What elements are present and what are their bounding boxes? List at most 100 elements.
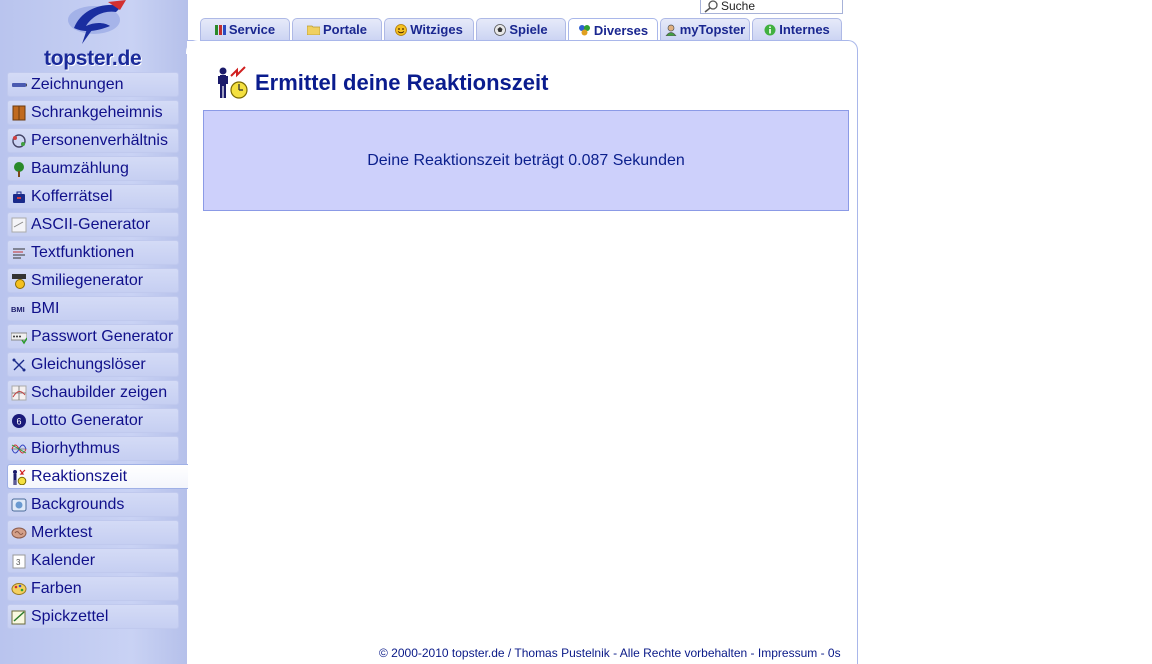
sidebar-item-smiliegenerator[interactable]: Smiliegenerator [7, 268, 179, 293]
sidebar-item-label: Merktest [31, 523, 93, 541]
logo-mark-icon [68, 0, 126, 44]
impressum-link[interactable]: Impressum [758, 646, 817, 660]
sidebar-item-label: Biorhythmus [31, 439, 120, 457]
sidebar-item-label: Gleichungslöser [31, 355, 146, 373]
info-icon [764, 24, 776, 35]
folder-icon [306, 25, 320, 35]
sidebar-item-label: ASCII-Generator [31, 215, 151, 233]
tab-label: Spiele [509, 22, 548, 37]
tab-label: Witziges [410, 22, 463, 37]
tab-witziges[interactable]: Witziges [384, 18, 474, 40]
footer: © 2000-2010 topster.de / Thomas Pustelni… [379, 646, 841, 660]
footer-rights: Alle Rechte vorbehalten [619, 646, 748, 660]
footer-time: 0s [827, 646, 841, 660]
sidebar-item-label: Passwort Generator [31, 327, 174, 345]
sidebar-item-passwort-generator[interactable]: Passwort Generator [7, 324, 179, 349]
lotto-ball-icon: 6 [12, 413, 26, 428]
password-icon [11, 332, 27, 344]
text-lines-icon [13, 248, 25, 258]
tab-label: Portale [322, 22, 368, 37]
search-box[interactable] [700, 0, 843, 14]
books-icon [214, 25, 226, 35]
shapes-icon [578, 25, 590, 36]
tab-internes[interactable]: Internes [752, 18, 842, 40]
sidebar-item-label: Spickzettel [31, 607, 109, 625]
tab-service[interactable]: Service [200, 18, 290, 40]
sidebar-item-label: Zeichnungen [31, 75, 124, 93]
bmi-icon: BMI [11, 305, 25, 314]
page-heading: Ermittel deine Reaktionszeit [215, 66, 548, 100]
tab-mytopster[interactable]: myTopster [660, 18, 750, 40]
tab-portale[interactable]: Portale [292, 18, 382, 40]
people-cycle-icon [12, 133, 26, 148]
site-logo[interactable]: topster.de [8, 0, 184, 70]
search-input[interactable] [721, 0, 839, 13]
sidebar-item-bmi[interactable]: BMI BMI [7, 296, 179, 321]
tree-icon [14, 161, 24, 177]
sidebar-item-backgrounds[interactable]: Backgrounds [7, 492, 179, 517]
sidebar-item-label: Backgrounds [31, 495, 125, 513]
sidebar-item-label: Textfunktionen [31, 243, 135, 261]
tab-label: myTopster [679, 22, 746, 37]
footer-separator: - [820, 646, 828, 660]
copyright-link[interactable]: © 2000-2010 topster.de / Thomas Pustelni… [379, 646, 610, 660]
smiley-sign-icon [12, 273, 26, 289]
sidebar-item-label: Schaubilder zeigen [31, 383, 168, 401]
sidebar-item-schaubilder-zeigen[interactable]: Schaubilder zeigen [7, 380, 179, 405]
sidebar-item-label: Baumzählung [31, 159, 129, 177]
sidebar-item-label: Personenverhältnis [31, 131, 168, 149]
cabinet-icon [12, 105, 26, 120]
tab-label: Diverses [593, 22, 649, 38]
sidebar-item-label: Schrankgeheimnis [31, 103, 163, 121]
footer-separator: - [613, 646, 620, 660]
sidebar-item-label: Kofferrätsel [31, 187, 113, 205]
sidebar-item-kalender[interactable]: 3 Kalender [7, 548, 179, 573]
text-art-icon [11, 217, 27, 232]
sidebar-item-kofferraetsel[interactable]: Kofferrätsel [7, 184, 179, 209]
sidebar-item-label: BMI [31, 299, 60, 317]
user-icon [665, 24, 677, 36]
sidebar-item-baumzaehlung[interactable]: Baumzählung [7, 156, 179, 181]
sidebar-item-label: Kalender [31, 551, 96, 569]
sidebar-item-merktest[interactable]: Merktest [7, 520, 179, 545]
sidebar-item-lotto-generator[interactable]: 6 Lotto Generator [7, 408, 179, 433]
sidebar-item-biorhythmus[interactable]: Biorhythmus [7, 436, 179, 461]
wave-icon [11, 444, 27, 453]
sidebar-item-ascii-generator[interactable]: ASCII-Generator [7, 212, 179, 237]
sidebar-item-label: Reaktionszeit [31, 467, 128, 485]
reaction-icon [218, 66, 248, 99]
tab-label: Internes [779, 22, 830, 37]
result-box: Deine Reaktionszeit beträgt 0.087 Sekund… [203, 110, 849, 211]
sidebar-item-gleichungsloeser[interactable]: Gleichungslöser [7, 352, 179, 377]
calendar-icon: 3 [12, 554, 26, 568]
sidebar-item-reaktionszeit[interactable]: Reaktionszeit [7, 464, 188, 489]
equation-icon [12, 358, 26, 371]
brain-icon [11, 527, 27, 538]
graph-icon [11, 385, 27, 400]
sidebar-item-label: Smiliegenerator [31, 271, 144, 289]
pencil-icon [12, 82, 27, 87]
sidebar-item-textfunktionen[interactable]: Textfunktionen [7, 240, 179, 265]
logo-text: topster.de [44, 47, 142, 70]
svg-text:6: 6 [17, 416, 22, 426]
sidebar-item-label: Lotto Generator [31, 411, 144, 429]
tab-diverses[interactable]: Diverses [568, 18, 658, 41]
sidebar-item-schrankgeheimnis[interactable]: Schrankgeheimnis [7, 100, 179, 125]
sidebar-item-label: Farben [31, 579, 82, 597]
page-title: Ermittel deine Reaktionszeit [255, 70, 549, 95]
ball-icon [494, 23, 507, 36]
sidebar-item-zeichnungen[interactable]: Zeichnungen [7, 72, 179, 97]
svg-text:BMI: BMI [11, 305, 25, 314]
suitcase-icon [13, 191, 25, 203]
sidebar-item-spickzettel[interactable]: Spickzettel [7, 604, 179, 629]
svg-text:3: 3 [16, 558, 21, 567]
smiley-icon [395, 23, 408, 36]
tab-label: Service [228, 22, 276, 37]
reaction-icon [13, 469, 27, 485]
tab-spiele[interactable]: Spiele [476, 18, 566, 40]
palette-icon [11, 582, 27, 595]
sidebar-item-personenverhaeltnis[interactable]: Personenverhältnis [7, 128, 179, 153]
sidebar-item-farben[interactable]: Farben [7, 576, 179, 601]
note-icon [11, 610, 26, 624]
footer-separator: - [750, 646, 758, 660]
